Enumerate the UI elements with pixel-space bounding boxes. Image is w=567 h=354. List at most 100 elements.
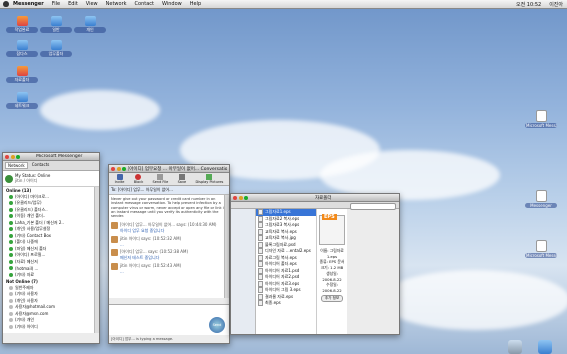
contact-name: 사용자@msn.com (15, 310, 49, 316)
file-icon (258, 254, 263, 261)
contact-name: (폴더) 나중에 (15, 239, 38, 245)
buddy-icon (9, 285, 13, 290)
contact-name: (기타) Contact Box (15, 232, 52, 238)
file-icon (258, 228, 263, 235)
close-button[interactable] (111, 166, 115, 171)
trash-icon[interactable] (508, 340, 522, 354)
contact-name: (파일) 메신저 폴더 (15, 245, 47, 251)
desktop-icon[interactable]: 일반 (40, 16, 72, 33)
desktop-icon[interactable]: 개인 (74, 16, 106, 33)
file-name: 그림자료3 복사.eps (265, 222, 300, 228)
minimize-button[interactable] (238, 195, 243, 200)
minimize-button[interactable] (10, 154, 15, 159)
buddy-icon (9, 201, 13, 206)
contact-name: (hotmail) ... (15, 265, 39, 271)
menu-bar: Messenger File Edit View Network Contact… (0, 0, 567, 9)
message: jitin 아이디 says: (10:52:32 AM)... (111, 236, 227, 247)
more-info-button[interactable]: 추가 정보 (320, 295, 344, 302)
file-row[interactable]: 디자인 자료 ...ental2.eps (256, 248, 316, 255)
file-name: 결과물 자료.eps (265, 293, 294, 299)
app-icon (16, 16, 28, 26)
user-name[interactable]: 이진아 (545, 1, 567, 8)
file-name: 아이디어 폴더.eps (265, 261, 297, 267)
title-bar[interactable]: 자료폴더 (231, 194, 399, 202)
avatar (111, 236, 118, 244)
buddy-icon (9, 292, 13, 297)
contact-name: (아이디) 프로필... (15, 252, 46, 258)
file-icon (258, 267, 263, 274)
tab-network[interactable]: Network (5, 162, 28, 169)
close-button[interactable] (233, 195, 237, 200)
contact-name: (기타) 자료 (15, 271, 35, 277)
contact-name: (기타) 아이디 (15, 323, 38, 329)
menu-file[interactable]: File (48, 1, 64, 7)
contact-name: 사용자@hotmail.com (15, 304, 55, 310)
zoom-button[interactable] (122, 166, 126, 171)
search-input[interactable] (350, 203, 396, 210)
menu-view[interactable]: View (82, 1, 102, 7)
eps-file-icon: EPS (319, 214, 345, 245)
save-button[interactable]: Save (178, 174, 186, 184)
contact-row[interactable]: (기타) 아이디 (3, 324, 99, 331)
security-warning: Never give out your password or credit c… (111, 197, 227, 219)
typing-status: [아이디] 업무... is typing a message. (111, 337, 174, 341)
folder-icon[interactable] (538, 340, 552, 354)
menu-edit[interactable]: Edit (64, 1, 82, 7)
message-text: 아이디 업무 요청 중입니다 (120, 228, 165, 234)
desktop-icon[interactable]: 자료폴더 (6, 66, 38, 83)
desktop-icon[interactable]: Messenger (525, 190, 557, 208)
desktop-icon[interactable]: 작업완료 (6, 16, 38, 33)
clock[interactable]: 오전 10:52 (512, 1, 545, 8)
desktop-icon[interactable]: Microsoft Messenger (525, 240, 557, 258)
contact-name: (유클리드/업무) (15, 200, 42, 206)
info-line: 이름: 그림자료1.eps (320, 248, 344, 259)
minimize-button[interactable] (116, 166, 121, 171)
contact-name: (유클리드) 폴더스.. (15, 206, 48, 212)
file-name: 교육자료 복사.jpg (265, 235, 296, 241)
send-button[interactable]: Send (209, 317, 225, 333)
desktop-icon[interactable]: Microsoft Message (525, 110, 557, 128)
title-bar[interactable]: [아이디] 업무요청 ... 아무일이 없어... Conversation (109, 165, 229, 173)
scrollbar[interactable] (94, 187, 99, 333)
block-button[interactable]: Block (134, 174, 143, 184)
buddy-icon (9, 220, 13, 225)
menu-network[interactable]: Network (102, 1, 131, 7)
buddy-icon (9, 318, 13, 323)
folder-icon (16, 92, 28, 102)
file-icon (258, 222, 263, 229)
send-file-button[interactable]: Send File (153, 174, 168, 184)
file-icon (258, 215, 263, 222)
desktop-icon[interactable]: 잡다스 (6, 40, 38, 57)
transcript: Never give out your password or credit c… (109, 195, 229, 298)
avatar (111, 249, 118, 257)
buddy-icon (9, 305, 13, 310)
desktop-icon[interactable]: 업무폴더 (40, 40, 72, 57)
menu-help[interactable]: Help (186, 1, 205, 7)
buddy-icon (9, 233, 13, 238)
message: jitin 아이디 says: (10:52:43 AM)... (111, 263, 227, 274)
document-icon (535, 240, 547, 252)
folder-icon (50, 40, 62, 50)
file-row[interactable]: 최종.eps (256, 300, 316, 307)
menu-app[interactable]: Messenger (9, 1, 48, 7)
scrollbar[interactable] (224, 195, 229, 298)
invite-button[interactable]: Invite (115, 174, 124, 184)
buddy-icon (9, 207, 13, 212)
file-icon (258, 287, 263, 294)
title-bar[interactable]: Microsoft Messenger (3, 153, 99, 161)
display-pictures-button[interactable]: Display Pictures (195, 174, 223, 184)
folder-icon (16, 40, 28, 50)
contact-name: (개인) 사용/업무설정 (15, 226, 51, 232)
desktop-icon[interactable]: 네트워크 (6, 92, 38, 109)
zoom-button[interactable] (16, 154, 20, 159)
sidebar (231, 209, 256, 334)
info-line: 수정일: 2006.8.22 (322, 282, 342, 293)
file-list: 그림자료1.eps 그림자료2 복사.eps 그림자료3 복사.eps 교육자료 복사… (256, 209, 317, 334)
menu-contact[interactable]: Contact (131, 1, 158, 7)
close-button[interactable] (5, 154, 9, 159)
tab-contacts[interactable]: Contacts (30, 162, 52, 169)
menu-window[interactable]: Window (158, 1, 186, 7)
message: [아이디] 업무... says: (10:52:38 AM) 메신저 테스트 중… (111, 249, 227, 261)
file-name: 아이디어 그림 3.eps (265, 287, 301, 293)
zoom-button[interactable] (244, 195, 248, 200)
